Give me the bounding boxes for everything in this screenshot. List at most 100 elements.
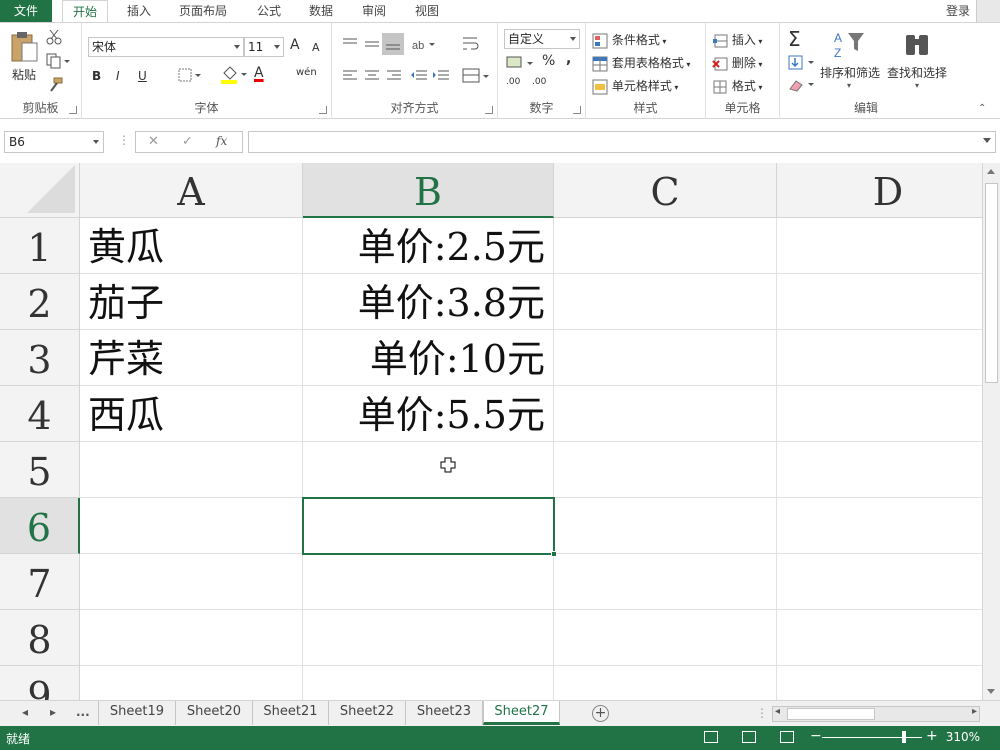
avatar[interactable]: [976, 0, 1000, 22]
cell-c1[interactable]: [554, 218, 777, 274]
italic-button[interactable]: I: [116, 69, 120, 83]
eraser-icon[interactable]: [788, 77, 816, 93]
cell-b8[interactable]: [303, 610, 554, 666]
cell-c2[interactable]: [554, 274, 777, 330]
cell-b5[interactable]: [303, 442, 554, 498]
cell-b1[interactable]: 单价:2.5元: [303, 218, 554, 274]
cell-b7[interactable]: [303, 554, 554, 610]
align-bottom-button[interactable]: [382, 33, 404, 55]
copy-button[interactable]: [46, 53, 70, 72]
cell-c3[interactable]: [554, 330, 777, 386]
cell-d9[interactable]: [777, 666, 982, 700]
tab-home[interactable]: 开始: [62, 0, 108, 23]
zoom-level[interactable]: 310%: [946, 730, 980, 744]
column-header-b[interactable]: B: [303, 163, 554, 218]
font-size-select[interactable]: 11: [244, 37, 284, 57]
sheet-tab-sheet19[interactable]: Sheet19: [98, 701, 176, 725]
align-middle-icon[interactable]: [364, 37, 380, 51]
cell-b9[interactable]: [303, 666, 554, 700]
name-box[interactable]: B6: [4, 131, 104, 153]
scroll-up-icon[interactable]: [987, 169, 995, 174]
number-format-select[interactable]: 自定义: [504, 29, 580, 49]
align-top-icon[interactable]: [342, 37, 358, 51]
page-break-view-icon[interactable]: [780, 731, 794, 743]
tab-review[interactable]: 审阅: [351, 0, 397, 22]
cell-styles-button[interactable]: 单元格样式 ▾: [592, 77, 678, 95]
cell-b4[interactable]: 单价:5.5元: [303, 386, 554, 442]
row-header-4[interactable]: 4: [0, 386, 80, 442]
cell-a2[interactable]: 茄子: [80, 274, 303, 330]
comma-button[interactable]: ,: [566, 51, 571, 67]
cell-d4[interactable]: [777, 386, 982, 442]
increase-indent-icon[interactable]: [432, 69, 450, 83]
cell-d2[interactable]: [777, 274, 982, 330]
number-launcher-icon[interactable]: [573, 106, 581, 114]
enter-icon[interactable]: ✓: [182, 134, 193, 149]
format-cells-button[interactable]: 格式 ▾: [712, 77, 762, 95]
insert-function-button[interactable]: fx: [216, 134, 227, 148]
sheet-tab-sheet23[interactable]: Sheet23: [406, 701, 483, 725]
merge-center-icon[interactable]: [462, 67, 490, 85]
font-name-select[interactable]: 宋体: [88, 37, 244, 57]
scroll-down-icon[interactable]: [987, 689, 995, 694]
row-header-7[interactable]: 7: [0, 554, 80, 610]
cell-d5[interactable]: [777, 442, 982, 498]
cell-c7[interactable]: [554, 554, 777, 610]
horizontal-scrollbar[interactable]: ◂ ▸: [772, 706, 980, 722]
decrease-indent-icon[interactable]: [410, 69, 428, 83]
expand-formula-bar-icon[interactable]: [983, 138, 991, 143]
alignment-launcher-icon[interactable]: [485, 106, 493, 114]
sort-filter-button[interactable]: AZ 排序和筛选 ▾: [820, 29, 880, 90]
bold-button[interactable]: B: [92, 69, 101, 83]
row-header-2[interactable]: 2: [0, 274, 80, 330]
next-sheet-icon[interactable]: ▸: [50, 705, 56, 719]
row-header-9[interactable]: 9: [0, 666, 80, 700]
currency-icon[interactable]: [506, 55, 536, 71]
underline-button[interactable]: U: [138, 69, 147, 83]
cut-button[interactable]: [46, 29, 62, 48]
vertical-scroll-thumb[interactable]: [985, 183, 998, 383]
sheet-tab-sheet22[interactable]: Sheet22: [329, 701, 406, 725]
cell-a1[interactable]: 黄瓜: [80, 218, 303, 274]
phonetic-button[interactable]: wén: [296, 67, 317, 78]
cell-c6[interactable]: [554, 498, 777, 554]
normal-view-icon[interactable]: [704, 731, 718, 743]
cell-a5[interactable]: [80, 442, 303, 498]
cell-b3[interactable]: 单价:10元: [303, 330, 554, 386]
shrink-font-button[interactable]: A: [312, 41, 320, 54]
sheet-tab-sheet20[interactable]: Sheet20: [176, 701, 253, 725]
grow-font-button[interactable]: A: [290, 37, 300, 53]
row-header-1[interactable]: 1: [0, 218, 80, 274]
column-header-c[interactable]: C: [554, 163, 777, 218]
cell-a4[interactable]: 西瓜: [80, 386, 303, 442]
formula-input[interactable]: [248, 131, 996, 153]
select-all-corner[interactable]: [0, 163, 80, 218]
wrap-text-icon[interactable]: [462, 35, 480, 53]
cell-d1[interactable]: [777, 218, 982, 274]
column-header-d[interactable]: D: [777, 163, 982, 218]
more-sheets-button[interactable]: ...: [76, 705, 90, 719]
cell-a3[interactable]: 芹菜: [80, 330, 303, 386]
cell-a6[interactable]: [80, 498, 303, 554]
border-button[interactable]: [178, 67, 202, 86]
tab-split-grip-icon[interactable]: ⋮: [756, 706, 768, 720]
collapse-ribbon-icon[interactable]: ⌃: [978, 103, 986, 114]
decrease-decimal-button[interactable]: .00: [532, 77, 546, 87]
row-header-8[interactable]: 8: [0, 610, 80, 666]
format-as-table-button[interactable]: 套用表格格式 ▾: [592, 54, 690, 72]
paste-button[interactable]: 粘贴: [6, 29, 42, 83]
font-color-button[interactable]: A: [254, 65, 264, 81]
row-header-6[interactable]: 6: [0, 498, 80, 554]
zoom-slider[interactable]: [822, 737, 922, 738]
tab-insert[interactable]: 插入: [116, 0, 162, 22]
tab-data[interactable]: 数据: [298, 0, 344, 22]
tab-formulas[interactable]: 公式: [246, 0, 292, 22]
align-right-icon[interactable]: [386, 69, 402, 83]
fill-handle[interactable]: [551, 551, 557, 557]
find-select-button[interactable]: 查找和选择 ▾: [886, 29, 948, 90]
add-sheet-icon[interactable]: +: [592, 705, 609, 722]
increase-decimal-button[interactable]: .00: [506, 77, 520, 87]
cell-a8[interactable]: [80, 610, 303, 666]
percent-button[interactable]: %: [542, 53, 555, 69]
tab-view[interactable]: 视图: [404, 0, 450, 22]
